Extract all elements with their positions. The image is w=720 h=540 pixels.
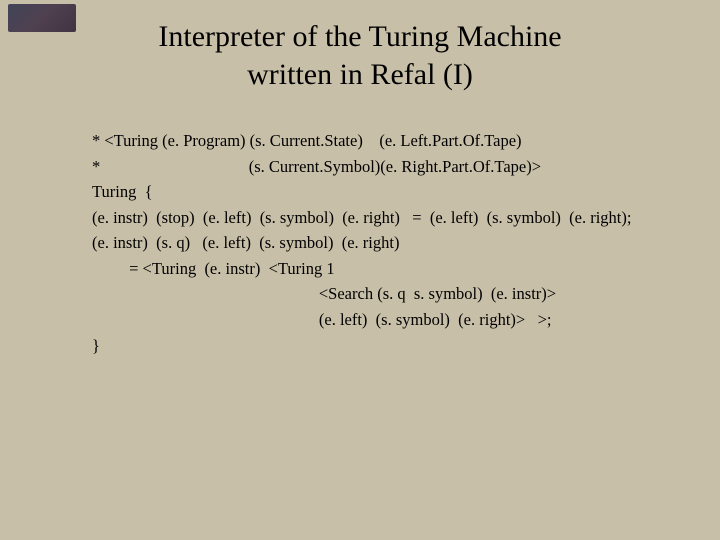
code-body: * <Turing (e. Program) (s. Current.State…	[92, 128, 660, 358]
code-line: (e. left) (s. symbol) (e. right)> >;	[92, 310, 551, 329]
code-line: (e. instr) (s. q) (e. left) (s. symbol) …	[92, 233, 399, 252]
code-line: Turing {	[92, 182, 153, 201]
title-line-2: written in Refal (I)	[0, 56, 720, 94]
slide: Interpreter of the Turing Machine writte…	[0, 0, 720, 540]
code-line: }	[92, 336, 100, 355]
code-line: * <Turing (e. Program) (s. Current.State…	[92, 131, 522, 150]
title-line-1: Interpreter of the Turing Machine	[0, 18, 720, 56]
code-line: = <Turing (e. instr) <Turing 1	[92, 259, 335, 278]
code-line: * (s. Current.Symbol)(e. Right.Part.Of.T…	[92, 157, 541, 176]
code-line: <Search (s. q s. symbol) (e. instr)>	[92, 284, 556, 303]
slide-title: Interpreter of the Turing Machine writte…	[0, 18, 720, 93]
code-line: (e. instr) (stop) (e. left) (s. symbol) …	[92, 208, 631, 227]
